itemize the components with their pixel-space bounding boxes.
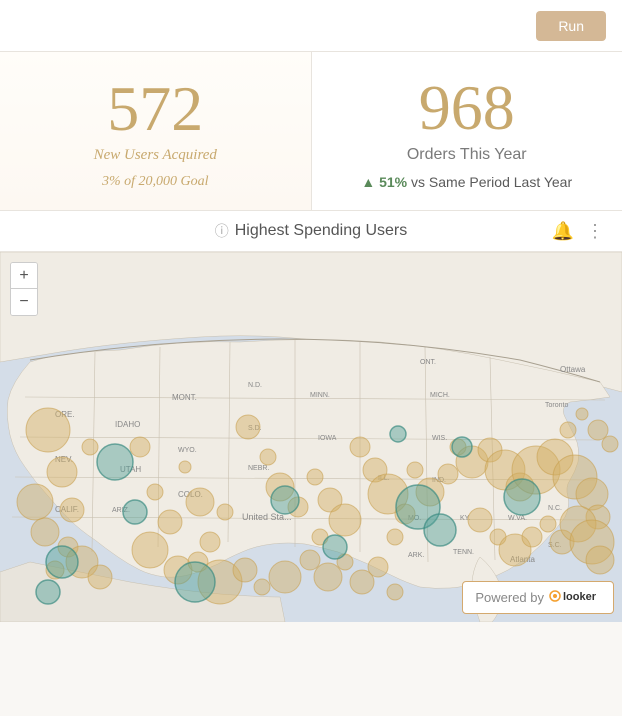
map-actions: 🔔 ⋮ [550, 219, 606, 244]
orders-number: 968 [419, 76, 515, 140]
looker-brand: looker [549, 588, 601, 607]
map-container: ORE. NEV. CALIF. IDAHO UTAH ARIZ. MONT. … [0, 252, 622, 622]
svg-text:looker: looker [563, 591, 597, 603]
orders-trend: ▲ 51% vs Same Period Last Year [361, 174, 572, 190]
bell-button[interactable]: 🔔 [550, 219, 576, 244]
metrics-row: 572 New Users Acquired 3% of 20,000 Goal… [0, 52, 622, 211]
svg-text:N.C.: N.C. [548, 505, 562, 512]
map-title: Highest Spending Users [235, 222, 408, 240]
orders-card: 968 Orders This Year ▲ 51% vs Same Perio… [312, 52, 622, 210]
svg-text:MONT.: MONT. [172, 393, 197, 402]
map-section: ⓘ Highest Spending Users 🔔 ⋮ [0, 211, 622, 622]
more-button[interactable]: ⋮ [584, 219, 606, 244]
svg-text:MICH.: MICH. [430, 392, 450, 399]
header-bar: Run [0, 0, 622, 52]
svg-text:MINN.: MINN. [310, 392, 330, 399]
orders-label: Orders This Year [407, 146, 527, 164]
zoom-out-button[interactable]: − [11, 289, 37, 315]
svg-text:Toronto: Toronto [545, 402, 568, 409]
new-users-card: 572 New Users Acquired 3% of 20,000 Goal [0, 52, 312, 210]
question-icon: ⓘ [215, 221, 229, 241]
zoom-in-button[interactable]: + [11, 263, 37, 289]
powered-by-text: Powered by [475, 590, 544, 605]
new-users-label: New Users Acquired [94, 147, 217, 164]
svg-text:IDAHO: IDAHO [115, 420, 140, 429]
svg-text:ONT.: ONT. [420, 359, 436, 366]
map-header: ⓘ Highest Spending Users 🔔 ⋮ [0, 211, 622, 252]
svg-text:TENN.: TENN. [453, 549, 474, 556]
svg-text:NEBR.: NEBR. [248, 465, 269, 472]
map-svg: ORE. NEV. CALIF. IDAHO UTAH ARIZ. MONT. … [0, 252, 622, 622]
svg-text:W.VA.: W.VA. [508, 515, 527, 522]
trend-arrow: ▲ 51% [361, 174, 407, 190]
svg-text:ARK.: ARK. [408, 552, 424, 559]
svg-text:IOWA: IOWA [318, 435, 337, 442]
svg-text:N.D.: N.D. [248, 382, 262, 389]
new-users-number: 572 [107, 77, 203, 141]
powered-by-badge: Powered by looker [462, 581, 614, 614]
new-users-goal: 3% of 20,000 Goal [102, 174, 209, 190]
svg-text:Ottawa: Ottawa [560, 365, 586, 374]
svg-text:WIS.: WIS. [432, 435, 447, 442]
run-button[interactable]: Run [536, 11, 606, 41]
svg-text:WYO.: WYO. [178, 447, 197, 454]
zoom-controls: + − [10, 262, 38, 316]
trend-text: vs Same Period Last Year [411, 174, 572, 190]
